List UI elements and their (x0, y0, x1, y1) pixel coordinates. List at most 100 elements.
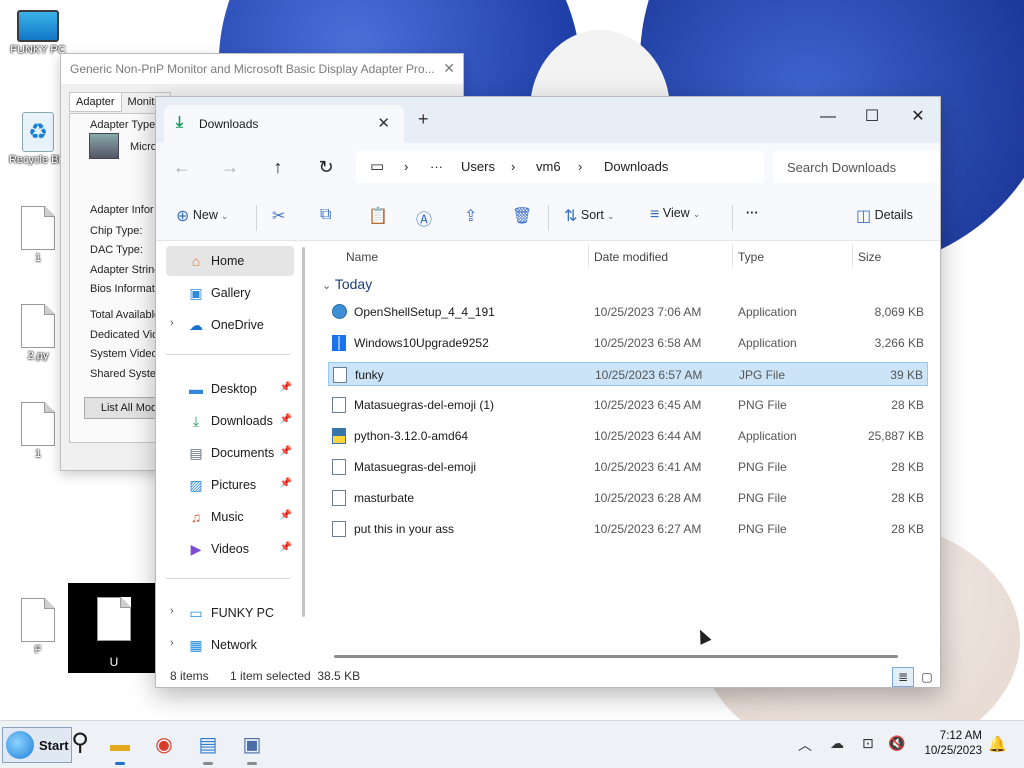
column-header-type[interactable]: Type (738, 250, 764, 264)
start-orb-icon (6, 731, 34, 759)
chevron-right-icon[interactable]: › (170, 605, 174, 617)
nav-item-videos[interactable]: ▶ Videos 📌 (166, 534, 294, 564)
nav-item-downloads[interactable]: ⤓ Downloads 📌 (166, 406, 294, 436)
tab-downloads[interactable]: ⤓ Downloads ✕ (164, 105, 404, 143)
tab-label: Downloads (199, 117, 259, 131)
up-arrow-icon[interactable]: ↑ (266, 157, 290, 178)
file-explorer-window[interactable]: ⤓ Downloads ✕ + — ☐ ✕ ← → ↑ ↻ ▭ › ··· Us… (155, 96, 941, 688)
nav-item-pictures[interactable]: ▨ Pictures 📌 (166, 470, 294, 500)
group-header-today[interactable]: ⌄ Today (322, 276, 372, 292)
details-label: Details (874, 208, 913, 222)
desktop-icon-file-1[interactable]: 1 (8, 206, 68, 264)
breadcrumb-vm6[interactable]: vm6 (536, 159, 561, 174)
column-header-name[interactable]: Name (346, 250, 378, 264)
file-row[interactable]: python-3.12.0-amd64 10/25/2023 6:44 AM A… (328, 424, 928, 448)
gallery-icon: ▣ (189, 285, 203, 301)
paste-button[interactable]: 📋 (368, 206, 388, 226)
sort-label: Sort (580, 208, 604, 222)
start-button[interactable]: Start (2, 727, 72, 763)
column-header-size[interactable]: Size (858, 250, 881, 264)
desktop-icon-funky-pc[interactable]: FUNKY PC (8, 10, 68, 56)
file-row[interactable]: Matasuegras-del-emoji (1) 10/25/2023 6:4… (328, 393, 928, 417)
close-window-icon[interactable]: ✕ (898, 103, 938, 131)
nav-item-onedrive[interactable]: › ☁ OneDrive (166, 310, 294, 340)
notification-bell-icon[interactable]: 🔔 (988, 735, 1007, 753)
nav-item-network[interactable]: › ▦ Network (166, 630, 294, 660)
image-file-icon (332, 521, 346, 537)
file-row[interactable]: masturbate 10/25/2023 6:28 AM PNG File 2… (328, 486, 928, 510)
display-settings-icon[interactable]: ▣ (238, 731, 266, 765)
new-tab-icon[interactable]: + (418, 109, 429, 130)
sort-button[interactable]: ⇅ Sort ⌄ (564, 206, 614, 226)
refresh-icon[interactable]: ↻ (314, 157, 338, 178)
chrome-icon[interactable]: ◉ (150, 731, 178, 759)
tab-adapter[interactable]: Adapter (69, 92, 122, 112)
chevron-up-icon[interactable]: ︿ (798, 735, 812, 755)
desktop-icon-f[interactable]: F (8, 598, 68, 656)
network-tray-icon[interactable]: ⊡ (862, 735, 874, 752)
close-tab-icon[interactable]: ✕ (377, 114, 390, 132)
column-header-date[interactable]: Date modified (594, 250, 668, 264)
file-row[interactable]: Matasuegras-del-emoji 10/25/2023 6:41 AM… (328, 455, 928, 479)
nav-item-home[interactable]: ⌂ Home (166, 246, 294, 276)
file-icon (21, 402, 55, 446)
chevron-right-icon[interactable]: › (170, 317, 174, 329)
more-options-button[interactable]: ··· (746, 206, 759, 220)
copy-button[interactable]: ⧉ (320, 206, 331, 224)
rename-icon: Ⓐ (416, 212, 433, 229)
nav-label: Downloads (211, 414, 273, 428)
maximize-icon[interactable]: ☐ (852, 103, 892, 131)
start-label: Start (39, 738, 69, 753)
file-row[interactable]: Windows10Upgrade9252 10/25/2023 6:58 AM … (328, 331, 928, 355)
details-view-icon[interactable]: ≣ (892, 667, 914, 687)
desktop-icon-recycle-bin[interactable]: ♻ Recycle Bin (8, 112, 68, 166)
file-row-selected[interactable]: funky 10/25/2023 6:57 AM JPG File 39 KB (328, 362, 928, 386)
file-size: 3,266 KB (874, 336, 924, 350)
rename-button[interactable]: Ⓐ (416, 206, 432, 230)
file-row[interactable]: OpenShellSetup_4_4_191 10/25/2023 7:06 A… (328, 300, 928, 324)
back-arrow-icon[interactable]: ← (170, 157, 194, 178)
column-divider[interactable] (588, 244, 589, 268)
desktop-icon-file-1b[interactable]: 1 (8, 402, 68, 460)
minimize-icon[interactable]: — (808, 103, 848, 131)
file-row[interactable]: put this in your ass 10/25/2023 6:27 AM … (328, 517, 928, 541)
more-path-icon[interactable]: ··· (430, 159, 443, 174)
cut-button[interactable]: ✂ (272, 206, 285, 226)
navigation-scrollbar[interactable] (302, 247, 305, 617)
chevron-right-icon[interactable]: › (170, 637, 174, 649)
delete-button[interactable]: 🗑 (512, 206, 532, 226)
new-button[interactable]: ⊕ New ⌄ (176, 206, 228, 226)
horizontal-scrollbar[interactable] (334, 655, 898, 658)
nav-item-documents[interactable]: ▤ Documents 📌 (166, 438, 294, 468)
details-pane-button[interactable]: ◫ Details (856, 206, 913, 226)
column-divider[interactable] (732, 244, 733, 268)
details-pane-icon: ◫ (856, 208, 872, 225)
close-icon[interactable]: ✕ (443, 60, 455, 77)
breadcrumb-users[interactable]: Users (461, 159, 495, 174)
share-button[interactable]: ⇪ (464, 206, 477, 226)
tiles-view-icon[interactable]: ▢ (916, 667, 938, 687)
forward-arrow-icon[interactable]: → (218, 157, 242, 178)
nav-item-gallery[interactable]: ▣ Gallery (166, 278, 294, 308)
onedrive-tray-icon[interactable]: ☁ (830, 735, 844, 752)
column-divider[interactable] (852, 244, 853, 268)
music-icon: ♫ (190, 509, 202, 525)
network-icon: ▦ (189, 637, 203, 653)
volume-muted-icon[interactable]: 🔇 (888, 735, 905, 752)
this-pc-icon[interactable]: ▭ (370, 157, 384, 175)
desktop-icon-2py[interactable]: 2.py (8, 304, 68, 362)
desktop-icon-u[interactable]: U (68, 583, 160, 673)
nav-item-desktop[interactable]: ▬ Desktop 📌 (166, 374, 294, 404)
notepad-icon[interactable]: ▤ (194, 731, 222, 765)
breadcrumb-downloads[interactable]: Downloads (604, 159, 668, 174)
nav-item-funky-pc[interactable]: › ▭ FUNKY PC (166, 598, 294, 628)
application-icon (332, 304, 347, 319)
nav-item-music[interactable]: ♫ Music 📌 (166, 502, 294, 532)
breadcrumb[interactable]: ▭ › ··· Users › vm6 › Downloads (356, 151, 764, 183)
file-explorer-taskbar-icon[interactable]: ▬ (106, 731, 134, 765)
search-icon[interactable]: ⚲ (66, 729, 94, 757)
file-icon (97, 597, 131, 641)
search-input[interactable]: Search Downloads (773, 151, 940, 183)
clock[interactable]: 7:12 AM 10/25/2023 (906, 729, 982, 759)
view-button[interactable]: ≡ View ⌄ (650, 206, 700, 224)
